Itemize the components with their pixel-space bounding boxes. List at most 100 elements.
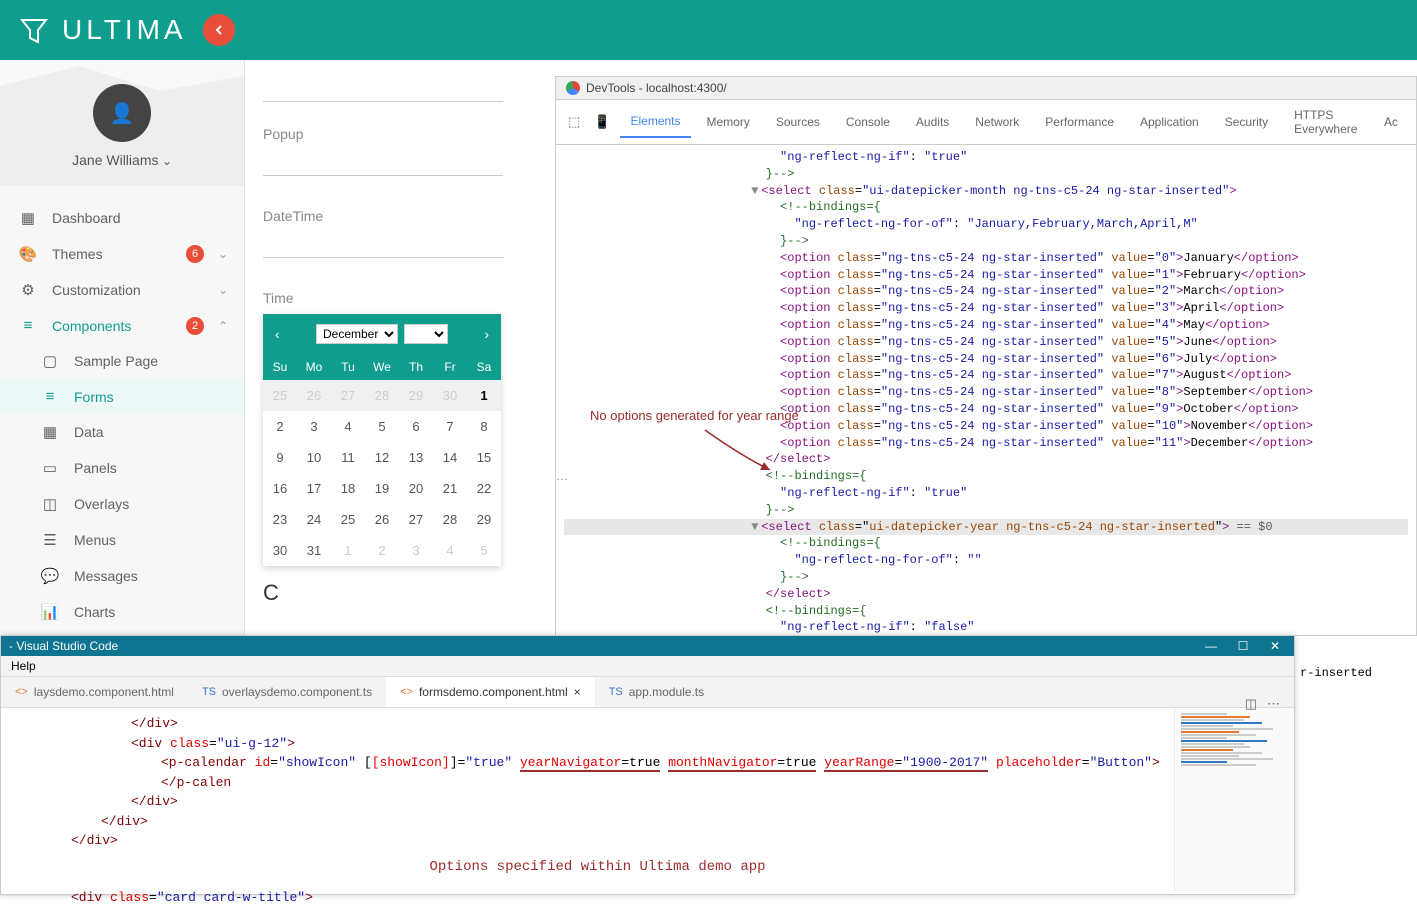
calendar-day[interactable]: 25 <box>331 504 365 535</box>
avatar[interactable]: 👤 <box>93 84 151 142</box>
devtools-tab-ac[interactable]: Ac <box>1374 107 1408 137</box>
calendar-day[interactable]: 29 <box>399 380 433 411</box>
customization-icon: ⚙ <box>18 281 38 299</box>
sidebar-item-dashboard[interactable]: ▦Dashboard <box>0 200 244 236</box>
calendar-day[interactable]: 26 <box>365 504 399 535</box>
overlays-icon: ◫ <box>40 495 60 513</box>
devtools-tab-performance[interactable]: Performance <box>1035 107 1124 137</box>
calendar-day[interactable]: 29 <box>467 504 501 535</box>
devtools-tab-console[interactable]: Console <box>836 107 900 137</box>
vscode-editor[interactable]: </div> <div class="ui-g-12"> <p-calendar… <box>1 708 1174 891</box>
devtools-elements-panel[interactable]: "ng-reflect-ng-if": "true" }--> ▼<select… <box>556 145 1416 643</box>
device-icon[interactable]: 📱 <box>590 114 614 130</box>
blank-input[interactable] <box>263 74 503 102</box>
calendar-dayhead: We <box>365 354 399 380</box>
calendar-day[interactable]: 24 <box>297 504 331 535</box>
chevron-icon: ⌄ <box>218 283 228 297</box>
calendar-day[interactable]: 13 <box>399 442 433 473</box>
popup-input[interactable] <box>263 148 503 176</box>
sidebar-item-label: Dashboard <box>52 210 121 226</box>
calendar-day[interactable]: 4 <box>433 535 467 566</box>
calendar-day[interactable]: 27 <box>331 380 365 411</box>
sidebar-item-label: Messages <box>74 568 138 584</box>
devtools-tab-application[interactable]: Application <box>1130 107 1209 137</box>
calendar-day[interactable]: 28 <box>433 504 467 535</box>
devtools-tab-elements[interactable]: Elements <box>620 106 690 138</box>
calendar-day[interactable]: 30 <box>433 380 467 411</box>
calendar-day[interactable]: 3 <box>297 411 331 442</box>
calendar-day[interactable]: 18 <box>331 473 365 504</box>
vscode-minimap[interactable] <box>1174 708 1294 891</box>
calendar-day[interactable]: 11 <box>331 442 365 473</box>
calendar-day[interactable]: 25 <box>263 380 297 411</box>
vscode-menubar[interactable]: Help <box>1 656 1294 677</box>
calendar-day[interactable]: 5 <box>467 535 501 566</box>
datetime-input[interactable] <box>263 230 503 258</box>
vscode-tab-overlaysdemo.component.ts[interactable]: TSoverlaysdemo.component.ts <box>188 677 386 707</box>
calendar-day[interactable]: 1 <box>467 380 501 411</box>
calendar-prev[interactable]: ‹ <box>275 326 280 342</box>
calendar-day[interactable]: 8 <box>467 411 501 442</box>
chevron-icon: ⌃ <box>218 319 228 333</box>
calendar-day[interactable]: 2 <box>365 535 399 566</box>
calendar-day[interactable]: 9 <box>263 442 297 473</box>
themes-icon: 🎨 <box>18 245 38 263</box>
calendar-day[interactable]: 20 <box>399 473 433 504</box>
month-select[interactable]: December <box>316 324 398 344</box>
devtools-tab-https everywhere[interactable]: HTTPS Everywhere <box>1284 100 1368 144</box>
devtools-tab-sources[interactable]: Sources <box>766 107 830 137</box>
calendar-day[interactable]: 7 <box>433 411 467 442</box>
year-select[interactable] <box>404 324 448 344</box>
sidebar-item-components[interactable]: ≡Components2⌃ <box>0 308 244 343</box>
calendar-day[interactable]: 6 <box>399 411 433 442</box>
sidebar-item-overlays[interactable]: ◫Overlays <box>0 486 244 522</box>
calendar-day[interactable]: 27 <box>399 504 433 535</box>
devtools-tab-network[interactable]: Network <box>965 107 1029 137</box>
sidebar-item-data[interactable]: ▦Data <box>0 414 244 450</box>
vscode-tab-app.module.ts[interactable]: TSapp.module.ts <box>595 677 718 707</box>
calendar-day[interactable]: 31 <box>297 535 331 566</box>
sidebar-item-panels[interactable]: ▭Panels <box>0 450 244 486</box>
calendar-day[interactable]: 15 <box>467 442 501 473</box>
sidebar-collapse-button[interactable] <box>203 14 235 46</box>
calendar-day[interactable]: 1 <box>331 535 365 566</box>
vscode-tab-formsdemo.component.html[interactable]: <>formsdemo.component.html× <box>386 677 595 707</box>
calendar-day[interactable]: 26 <box>297 380 331 411</box>
minimize-button[interactable]: — <box>1204 639 1218 653</box>
calendar-day[interactable]: 14 <box>433 442 467 473</box>
username-dropdown[interactable]: Jane Williams <box>0 152 244 168</box>
calendar-day[interactable]: 30 <box>263 535 297 566</box>
sidebar-item-forms[interactable]: ≡Forms <box>0 379 244 414</box>
sidebar-item-messages[interactable]: 💬Messages <box>0 558 244 594</box>
calendar-day[interactable]: 19 <box>365 473 399 504</box>
calendar-day[interactable]: 12 <box>365 442 399 473</box>
close-button[interactable]: ✕ <box>1268 639 1282 653</box>
sidebar-item-charts[interactable]: 📊Charts <box>0 594 244 630</box>
vscode-tab-laysdemo.component.html[interactable]: <>laysdemo.component.html <box>1 677 188 707</box>
calendar-day[interactable]: 2 <box>263 411 297 442</box>
devtools-tab-memory[interactable]: Memory <box>697 107 760 137</box>
sidebar-item-sample-page[interactable]: ▢Sample Page <box>0 343 244 379</box>
close-tab-icon[interactable]: × <box>574 685 581 699</box>
devtools-tab-security[interactable]: Security <box>1215 107 1278 137</box>
calendar-day[interactable]: 4 <box>331 411 365 442</box>
calendar-day[interactable]: 17 <box>297 473 331 504</box>
devtools-tab-audits[interactable]: Audits <box>906 107 959 137</box>
calendar: ‹ December › SuMoTuWeThFrSa 252627282930… <box>263 314 501 566</box>
more-icon[interactable]: ⋯ <box>1267 696 1280 712</box>
maximize-button[interactable]: ☐ <box>1236 639 1250 653</box>
calendar-day[interactable]: 23 <box>263 504 297 535</box>
inspect-icon[interactable]: ⬚ <box>564 114 584 130</box>
calendar-day[interactable]: 28 <box>365 380 399 411</box>
calendar-day[interactable]: 10 <box>297 442 331 473</box>
calendar-day[interactable]: 22 <box>467 473 501 504</box>
calendar-day[interactable]: 16 <box>263 473 297 504</box>
calendar-day[interactable]: 5 <box>365 411 399 442</box>
calendar-next[interactable]: › <box>484 326 489 342</box>
sidebar-item-customization[interactable]: ⚙Customization⌄ <box>0 272 244 308</box>
calendar-day[interactable]: 21 <box>433 473 467 504</box>
sidebar-item-menus[interactable]: ☰Menus <box>0 522 244 558</box>
calendar-day[interactable]: 3 <box>399 535 433 566</box>
split-editor-icon[interactable]: ◫ <box>1245 696 1257 712</box>
sidebar-item-themes[interactable]: 🎨Themes6⌄ <box>0 236 244 272</box>
